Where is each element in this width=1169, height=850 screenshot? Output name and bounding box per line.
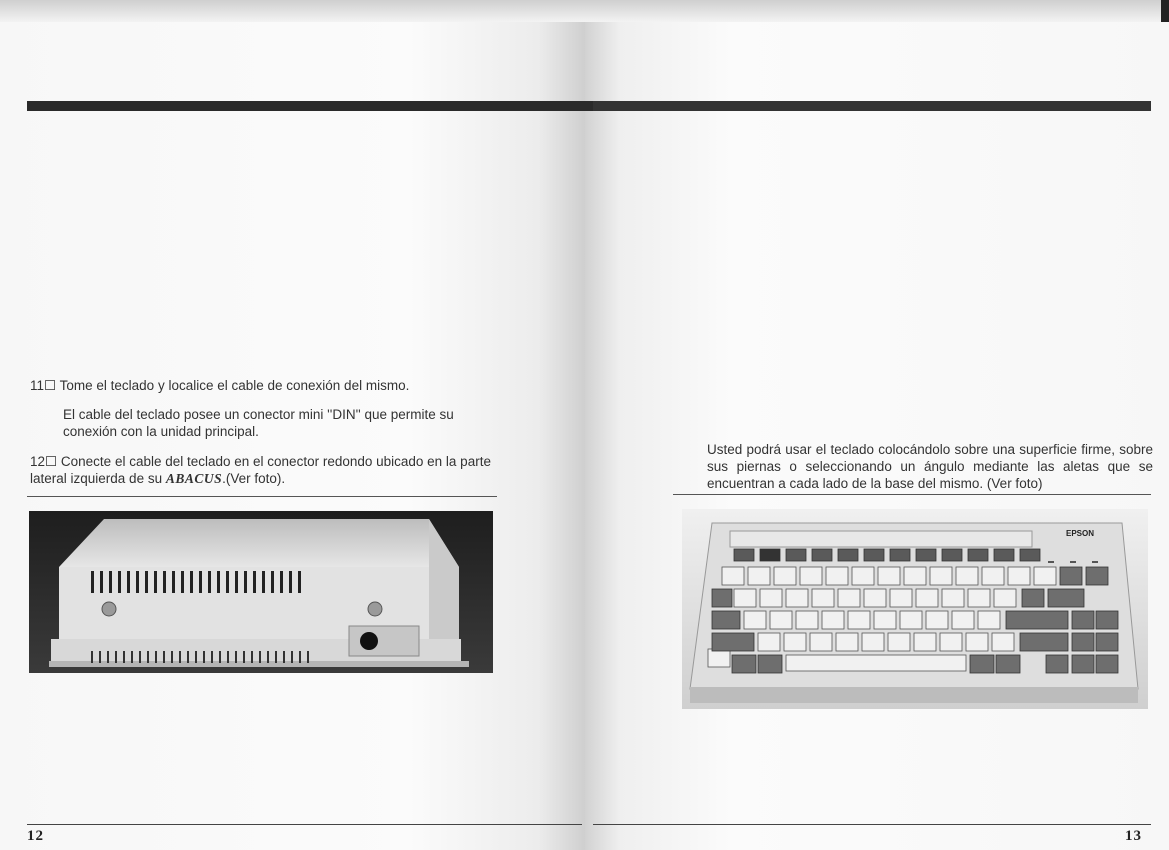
book-spread: 11☐ Tome el teclado y localice el cable … [0,0,1169,850]
right-header-bar [593,101,1151,111]
page-number-left: 12 [27,828,44,844]
step-12: 12☐ Conecte el cable del teclado en el c… [30,453,496,487]
left-footer-rule [27,824,582,825]
computer-photo [29,511,493,673]
keyboard-brand-label: EPSON [1066,529,1094,538]
brand-name: ABACUS [165,471,223,486]
step-11-detail: El cable del teclado posee un conector m… [63,407,454,439]
right-page [585,0,1169,850]
left-section-rule [27,496,497,497]
page-number-right: 13 [1125,828,1142,844]
keyboard-usage-paragraph: Usted podrá usar el teclado colocándolo … [707,442,1153,491]
right-footer-rule [593,824,1151,825]
step-11-detail-block: El cable del teclado posee un conector m… [30,406,500,440]
step-12-number: 12 [30,454,46,469]
step-11: 11☐ Tome el teclado y localice el cable … [30,377,500,394]
step-11-number: 11 [30,378,45,393]
checkbox-icon: ☐ [45,454,58,469]
step-12-text-end: .(Ver foto). [222,471,286,486]
keyboard-photo: EPSON [682,509,1148,709]
right-section-rule [673,494,1151,495]
left-header-bar [27,101,593,111]
scan-top-edge [0,0,1169,22]
step-11-text: Tome el teclado y localice el cable de c… [59,378,410,393]
checkbox-icon: ☐ [44,378,57,393]
